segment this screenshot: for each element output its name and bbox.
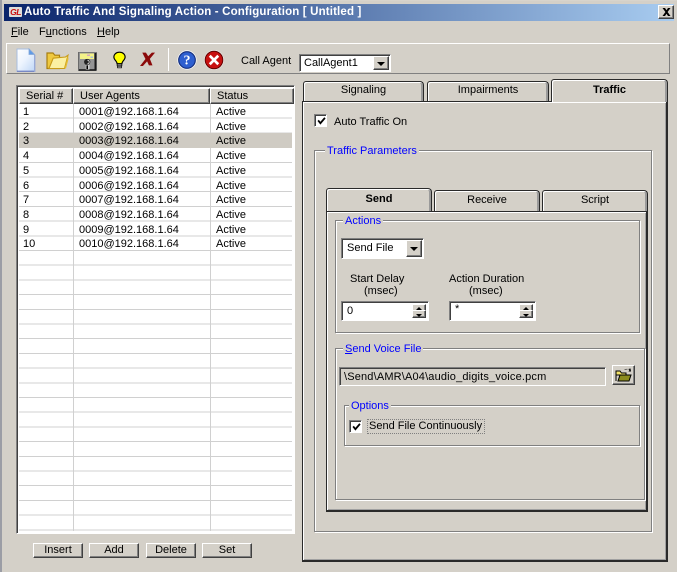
svg-text:?: ? (184, 54, 191, 69)
